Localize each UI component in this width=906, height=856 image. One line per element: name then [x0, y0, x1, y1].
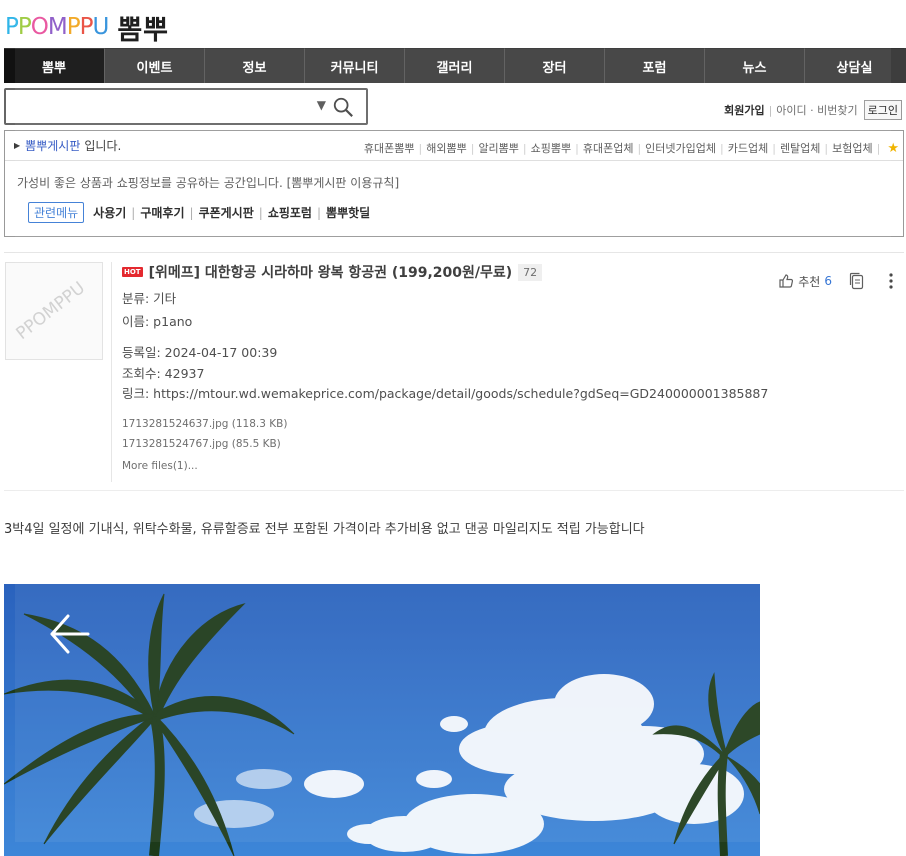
post-photo[interactable] [4, 584, 760, 856]
main-nav: 뽐뿌 이벤트 정보 커뮤니티 갤러리 장터 포럼 뉴스 상담실 [4, 48, 906, 83]
nav-item[interactable]: 뽐뿌 [4, 48, 104, 83]
post-category: 분류: 기타 [122, 291, 177, 306]
post-meta: 분류: 기타 이름: p1ano [122, 287, 768, 333]
partner-link[interactable]: 인터넷가입업체 [645, 140, 716, 156]
post-header: HOT [위메프] 대한항공 시라하마 왕복 항공권 (199,200원/무료)… [122, 262, 768, 472]
post-date: 등록일: 2024-04-17 00:39 [122, 345, 278, 360]
page: PPOMPPU 뽐뿌 뽐뿌 이벤트 정보 커뮤니티 갤러리 장터 포럼 뉴스 상담실 ▼ 회원가… [0, 0, 906, 856]
logo-letter: P [17, 14, 32, 40]
board-title-row: ▶ 뽐뿌게시판 입니다. 휴대폰뽐뿌 | 해외뽐뿌 | 알리뽐뿌 | 쇼핑뽐뿌 | 휴대폰업체 |… [5, 131, 903, 161]
search-icon[interactable] [332, 96, 354, 118]
nav-item[interactable]: 갤러리 [404, 48, 504, 83]
nav-item[interactable]: 상담실 [804, 48, 904, 83]
logo-letter: O [30, 14, 49, 40]
nav-item[interactable]: 뉴스 [704, 48, 804, 83]
post-views: 조회수: 42937 [122, 365, 205, 381]
search-box[interactable]: ▼ [4, 88, 368, 125]
nav-item[interactable]: 정보 [204, 48, 304, 83]
more-options-icon[interactable] [889, 272, 893, 290]
post-author[interactable]: 이름: p1ano [122, 310, 768, 333]
board-suffix: 입니다. [84, 139, 122, 153]
logo-letter: P [5, 14, 19, 40]
nav-item[interactable]: 이벤트 [104, 48, 204, 83]
comment-count[interactable]: 72 [518, 263, 543, 281]
post-details: 등록일: 2024-04-17 00:39 조회수: 42937 링크: htt… [122, 343, 768, 405]
caret-down-icon[interactable]: ▼ [317, 98, 326, 112]
copy-icon[interactable] [848, 272, 865, 290]
login-button[interactable]: 로그인 [863, 100, 902, 120]
favorite-star-icon[interactable]: ★ [887, 141, 899, 156]
divider [4, 252, 904, 253]
recommend-count: 6 [824, 274, 832, 288]
bullet-icon: ▶ [14, 141, 21, 150]
post-actions: 추천 6 [778, 272, 893, 290]
attachment-list: 1713281524637.jpg (118.3 KB) 17132815247… [122, 414, 768, 454]
related-menu: 관련메뉴 사용기 | 구매후기 | 쿠폰게시판 | 쇼핑포럼 | 뽐뿌핫딜 [5, 191, 903, 223]
attachment-file[interactable]: 1713281524637.jpg (118.3 KB) [122, 414, 768, 434]
post-thumbnail[interactable]: PPOMPPU [5, 262, 103, 360]
related-link[interactable]: 쿠폰게시판 [199, 204, 254, 221]
logo-korean: 뽐뿌 [117, 14, 169, 46]
join-link[interactable]: 회원가입 [724, 102, 764, 118]
related-menu-label: 관련메뉴 [28, 202, 85, 223]
logo-letter: U [92, 14, 109, 40]
divider [111, 262, 112, 482]
logo-wordmark: PPOMPPU [5, 14, 109, 40]
related-link[interactable]: 쇼핑포럼 [268, 204, 312, 221]
find-account-link[interactable]: 아이디 · 비번찾기 [776, 102, 857, 118]
nav-item[interactable]: 장터 [504, 48, 604, 83]
partner-link[interactable]: 렌탈업체 [780, 140, 820, 156]
member-links: 회원가입 | 아이디 · 비번찾기 로그인 [724, 100, 902, 120]
thumbs-up-icon[interactable] [778, 273, 794, 289]
nav-item[interactable]: 포럼 [604, 48, 704, 83]
hot-badge: HOT [122, 267, 143, 277]
partner-link[interactable]: 휴대폰업체 [583, 140, 634, 156]
post-link[interactable]: 링크: https://mtour.wd.wemakeprice.com/pac… [122, 384, 768, 405]
partner-link[interactable]: 카드업체 [728, 140, 768, 156]
post-title-row: HOT [위메프] 대한항공 시라하마 왕복 항공권 (199,200원/무료)… [122, 262, 768, 282]
partner-link[interactable]: 쇼핑뽐뿌 [531, 140, 571, 156]
partner-links: 휴대폰뽐뿌 | 해외뽐뿌 | 알리뽐뿌 | 쇼핑뽐뿌 | 휴대폰업체 | 인터넷가입업체 | 카드업체 |… [363, 140, 899, 156]
divider [4, 490, 904, 491]
logo-letter: M [47, 14, 68, 40]
board-header: ▶ 뽐뿌게시판 입니다. 휴대폰뽐뿌 | 해외뽐뿌 | 알리뽐뿌 | 쇼핑뽐뿌 | 휴대폰업체 |… [4, 130, 904, 237]
palm-sky-image [4, 584, 760, 856]
related-link[interactable]: 사용기 [93, 204, 126, 221]
post-body-text: 3박4일 일정에 기내식, 위탁수화물, 유류할증료 전부 포함된 가격이라 추… [4, 522, 645, 537]
board-name[interactable]: 뽐뿌게시판 [25, 137, 80, 154]
recommend-label[interactable]: 추천 [798, 273, 820, 290]
site-logo[interactable]: PPOMPPU 뽐뿌 [5, 10, 169, 46]
related-link[interactable]: 구매후기 [140, 204, 184, 221]
partner-link[interactable]: 알리뽐뿌 [478, 140, 518, 156]
logo-letter: P [79, 14, 94, 40]
board-description: 가성비 좋은 상품과 쇼핑정보를 공유하는 공간입니다. [뽐뿌게시판 이용규칙… [17, 176, 400, 190]
partner-link[interactable]: 보험업체 [832, 140, 872, 156]
related-link[interactable]: 뽐뿌핫딜 [326, 204, 370, 221]
post-title: [위메프] 대한항공 시라하마 왕복 항공권 (199,200원/무료) [148, 265, 513, 281]
thumbnail-watermark: PPOMPPU [12, 278, 90, 344]
more-files-link[interactable]: More files(1)... [122, 460, 768, 472]
logo-letter: P [66, 14, 81, 40]
attachment-file[interactable]: 1713281524767.jpg (85.5 KB) [122, 434, 768, 454]
nav-item[interactable]: 커뮤니티 [304, 48, 404, 83]
partner-link[interactable]: 해외뽐뿌 [426, 140, 466, 156]
partner-link[interactable]: 휴대폰뽐뿌 [364, 140, 415, 156]
